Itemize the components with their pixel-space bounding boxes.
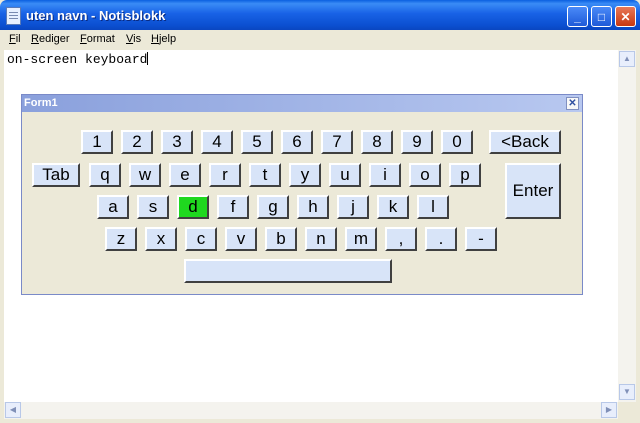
form-close-button[interactable]: ✕ bbox=[566, 97, 579, 110]
keyboard-form: Form1 ✕ 1 2 3 4 5 6 7 8 9 0 <Back Tab q w e r t y u i o p Ente… bbox=[21, 94, 583, 295]
key-b[interactable]: b bbox=[265, 227, 297, 251]
close-button[interactable]: ✕ bbox=[615, 6, 636, 27]
key-t[interactable]: t bbox=[249, 163, 281, 187]
scroll-down-icon[interactable]: ▼ bbox=[619, 384, 635, 400]
window-title: uten navn - Notisblokk bbox=[26, 8, 166, 23]
menu-hjelp[interactable]: Hjelp bbox=[151, 33, 176, 45]
key-v[interactable]: v bbox=[225, 227, 257, 251]
key-i[interactable]: i bbox=[369, 163, 401, 187]
key-d[interactable]: d bbox=[177, 195, 209, 219]
maximize-button[interactable]: □ bbox=[591, 6, 612, 27]
key-comma[interactable]: , bbox=[385, 227, 417, 251]
key-m[interactable]: m bbox=[345, 227, 377, 251]
key-0[interactable]: 0 bbox=[441, 130, 473, 154]
key-a[interactable]: a bbox=[97, 195, 129, 219]
menu-vis[interactable]: Vis bbox=[126, 33, 141, 45]
key-q[interactable]: q bbox=[89, 163, 121, 187]
scroll-right-icon[interactable]: ▶ bbox=[601, 402, 617, 418]
key-o[interactable]: o bbox=[409, 163, 441, 187]
key-minus[interactable]: - bbox=[465, 227, 497, 251]
menu-format[interactable]: Format bbox=[80, 33, 115, 45]
key-j[interactable]: j bbox=[337, 195, 369, 219]
key-9[interactable]: 9 bbox=[401, 130, 433, 154]
key-n[interactable]: n bbox=[305, 227, 337, 251]
editor-content: on-screen keyboard bbox=[7, 52, 149, 67]
key-enter[interactable]: Enter bbox=[505, 163, 561, 219]
notepad-window: uten navn - Notisblokk _ □ ✕ Fil Rediger… bbox=[0, 0, 640, 423]
horizontal-scrollbar[interactable]: ◀ ▶ bbox=[4, 402, 618, 419]
key-1[interactable]: 1 bbox=[81, 130, 113, 154]
key-5[interactable]: 5 bbox=[241, 130, 273, 154]
menu-fil[interactable]: Fil bbox=[9, 33, 21, 45]
key-p[interactable]: p bbox=[449, 163, 481, 187]
key-w[interactable]: w bbox=[129, 163, 161, 187]
title-bar[interactable]: uten navn - Notisblokk _ □ ✕ bbox=[0, 0, 640, 30]
key-u[interactable]: u bbox=[329, 163, 361, 187]
key-z[interactable]: z bbox=[105, 227, 137, 251]
menu-bar: Fil Rediger Format Vis Hjelp bbox=[0, 30, 640, 50]
key-c[interactable]: c bbox=[185, 227, 217, 251]
form-title: Form1 bbox=[24, 97, 58, 109]
scrollbar-corner bbox=[618, 402, 636, 419]
key-6[interactable]: 6 bbox=[281, 130, 313, 154]
key-2[interactable]: 2 bbox=[121, 130, 153, 154]
key-y[interactable]: y bbox=[289, 163, 321, 187]
menu-rediger[interactable]: Rediger bbox=[31, 33, 70, 45]
key-f[interactable]: f bbox=[217, 195, 249, 219]
key-l[interactable]: l bbox=[417, 195, 449, 219]
key-8[interactable]: 8 bbox=[361, 130, 393, 154]
key-3[interactable]: 3 bbox=[161, 130, 193, 154]
text-caret bbox=[147, 52, 149, 65]
key-e[interactable]: e bbox=[169, 163, 201, 187]
key-s[interactable]: s bbox=[137, 195, 169, 219]
editor-text: on-screen keyboard bbox=[7, 52, 148, 67]
scroll-up-icon[interactable]: ▲ bbox=[619, 51, 635, 67]
key-period[interactable]: . bbox=[425, 227, 457, 251]
key-x[interactable]: x bbox=[145, 227, 177, 251]
form-title-bar[interactable]: Form1 ✕ bbox=[22, 95, 582, 112]
scroll-left-icon[interactable]: ◀ bbox=[5, 402, 21, 418]
key-g[interactable]: g bbox=[257, 195, 289, 219]
key-k[interactable]: k bbox=[377, 195, 409, 219]
key-space[interactable] bbox=[184, 259, 392, 283]
key-7[interactable]: 7 bbox=[321, 130, 353, 154]
key-4[interactable]: 4 bbox=[201, 130, 233, 154]
notepad-icon bbox=[6, 7, 21, 25]
vertical-scrollbar[interactable]: ▲ ▼ bbox=[618, 50, 636, 402]
key-backspace[interactable]: <Back bbox=[489, 130, 561, 154]
key-tab[interactable]: Tab bbox=[32, 163, 80, 187]
minimize-button[interactable]: _ bbox=[567, 6, 588, 27]
key-h[interactable]: h bbox=[297, 195, 329, 219]
key-r[interactable]: r bbox=[209, 163, 241, 187]
